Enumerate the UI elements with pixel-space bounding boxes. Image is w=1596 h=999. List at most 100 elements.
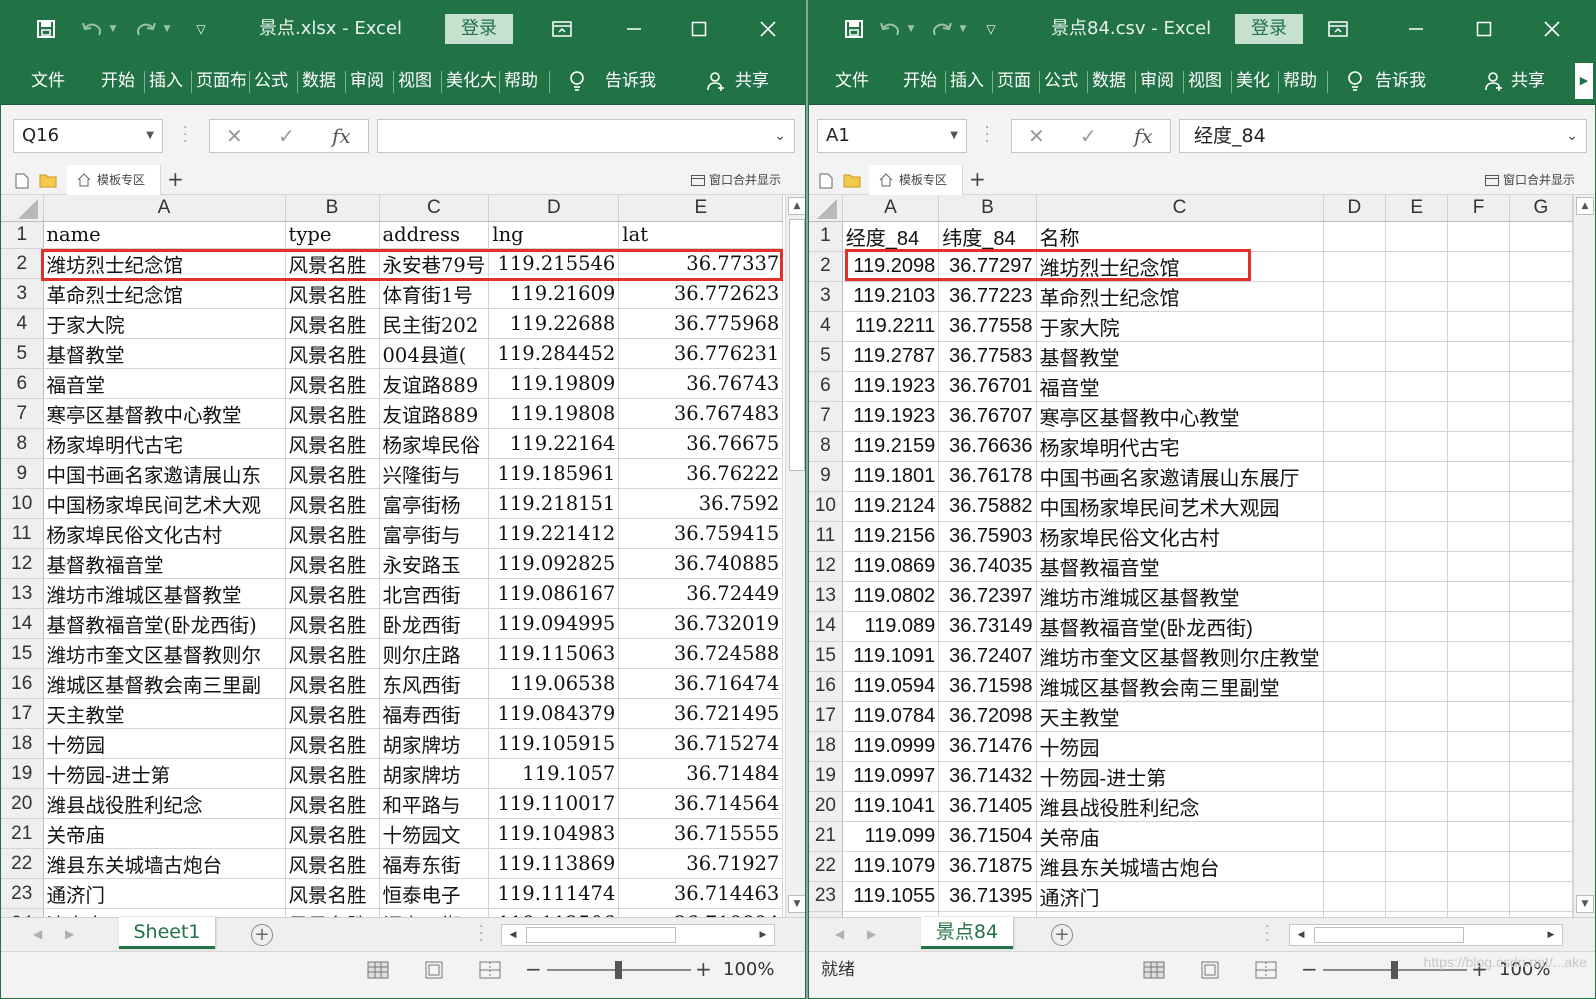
spreadsheet-grid[interactable]: ABCDEFG 1 经度_84 纬度_84 名称 2 119.2098 36.77297 潍坊… xyxy=(809,195,1573,917)
cell[interactable] xyxy=(1509,371,1573,402)
cell[interactable]: 36.7592 xyxy=(618,488,784,520)
cell[interactable]: 风景名胜 xyxy=(285,248,380,280)
open-folder-icon[interactable] xyxy=(843,173,861,188)
cell[interactable] xyxy=(1509,491,1573,522)
cell[interactable]: 则尔庄路 xyxy=(379,638,490,670)
tab-data[interactable]: 数据 xyxy=(1092,57,1126,105)
cell[interactable] xyxy=(1509,671,1573,702)
merge-windows-toggle[interactable]: 窗口合并显示 xyxy=(709,165,781,195)
cell[interactable] xyxy=(1509,521,1573,552)
cell[interactable]: 革命烈士纪念馆 xyxy=(1036,281,1324,312)
cell[interactable] xyxy=(1447,671,1510,702)
scroll-left-icon[interactable]: ◀ xyxy=(1292,926,1310,944)
cell[interactable]: 36.77297 xyxy=(938,251,1037,282)
cell[interactable] xyxy=(1323,311,1387,342)
cell[interactable]: 36.715274 xyxy=(618,728,784,760)
cell[interactable] xyxy=(1323,251,1387,282)
login-button[interactable]: 登录 xyxy=(1235,14,1303,44)
scroll-thumb[interactable] xyxy=(789,219,805,471)
cell[interactable]: 潍城区基督教会南三里副堂 xyxy=(1036,671,1324,702)
customize-toolbar-icon[interactable]: ▽ xyxy=(981,1,1001,57)
cell[interactable]: 友谊路889 xyxy=(379,368,490,400)
cell[interactable] xyxy=(1323,701,1387,732)
row-header[interactable]: 13 xyxy=(809,581,843,612)
cell[interactable] xyxy=(1323,611,1387,642)
cell[interactable]: 36.71395 xyxy=(938,881,1037,912)
tell-me-search[interactable]: 告诉我 xyxy=(1375,57,1426,105)
redo-dropdown-icon[interactable]: ▼ xyxy=(957,1,969,57)
cell[interactable]: 杨家埠明代古宅 xyxy=(1036,431,1324,462)
row-header[interactable]: 23 xyxy=(1,878,44,910)
cell[interactable]: 风景名胜 xyxy=(285,728,380,760)
merge-windows-toggle[interactable]: 窗口合并显示 xyxy=(1503,165,1575,195)
cell[interactable] xyxy=(1509,851,1573,882)
cell[interactable] xyxy=(1447,401,1510,432)
cell[interactable] xyxy=(1385,881,1449,912)
cell[interactable]: 36.715555 xyxy=(618,818,784,850)
maximize-icon[interactable] xyxy=(684,1,714,57)
cell[interactable]: 风景名胜 xyxy=(285,488,380,520)
cell[interactable]: 36.71476 xyxy=(938,731,1037,762)
tab-help[interactable]: 帮助 xyxy=(1283,57,1317,105)
vertical-scrollbar[interactable]: ▲ ▼ xyxy=(785,195,805,917)
cell[interactable]: 36.716474 xyxy=(618,668,784,700)
tab-insert[interactable]: 插入 xyxy=(149,57,183,105)
vertical-scrollbar[interactable]: ▲ ▼ xyxy=(1573,195,1595,917)
cell[interactable] xyxy=(1447,371,1510,402)
cell[interactable]: 36.71598 xyxy=(938,671,1037,702)
cell[interactable] xyxy=(1509,641,1573,672)
cell[interactable] xyxy=(1385,551,1449,582)
cell[interactable]: 清真寺 xyxy=(43,908,286,917)
lightbulb-icon[interactable] xyxy=(1345,57,1365,105)
row-header[interactable]: 22 xyxy=(1,848,44,880)
cell[interactable]: 东风西街 xyxy=(379,668,490,700)
row-header[interactable]: 8 xyxy=(809,431,843,462)
cell[interactable] xyxy=(1323,431,1387,462)
cell[interactable]: 119.1923 xyxy=(842,401,940,432)
cell[interactable]: 119.113869 xyxy=(488,848,620,880)
row-header[interactable]: 24 xyxy=(1,908,44,917)
row-header[interactable]: 5 xyxy=(1,338,44,370)
row-header[interactable]: 18 xyxy=(1,728,44,760)
cell[interactable] xyxy=(1447,581,1510,612)
zoom-out-icon[interactable]: − xyxy=(525,952,542,986)
cell[interactable]: 36.74035 xyxy=(938,551,1037,582)
cell[interactable]: 潍县东关城墙古炮台 xyxy=(1036,851,1324,882)
cell[interactable] xyxy=(1323,881,1387,912)
cell[interactable]: 风景名胜 xyxy=(285,278,380,310)
row-header[interactable]: 4 xyxy=(809,311,843,342)
cell[interactable]: 福寿西街 xyxy=(379,908,490,917)
cell[interactable] xyxy=(1323,401,1387,432)
row-header[interactable]: 14 xyxy=(809,611,843,642)
cell[interactable]: 关帝庙 xyxy=(43,818,286,850)
row-header[interactable]: 1 xyxy=(809,221,843,252)
zoom-in-icon[interactable]: + xyxy=(695,952,712,986)
cell[interactable]: 119.110017 xyxy=(488,788,620,820)
page-break-view-icon[interactable] xyxy=(1255,961,1277,979)
cell[interactable] xyxy=(1447,821,1510,852)
drag-handle-icon[interactable]: · · · xyxy=(479,920,483,948)
cell[interactable] xyxy=(1509,791,1573,822)
tab-view[interactable]: 视图 xyxy=(1188,57,1222,105)
cell[interactable]: 36.76222 xyxy=(618,458,784,490)
cell[interactable]: 潍坊烈士纪念馆 xyxy=(43,248,286,280)
cell[interactable]: 风景名胜 xyxy=(285,878,380,910)
redo-icon[interactable] xyxy=(131,1,161,57)
scroll-right-icon[interactable]: ▶ xyxy=(1542,926,1560,944)
share-person-icon[interactable] xyxy=(1483,57,1505,105)
tab-help[interactable]: 帮助 xyxy=(504,57,538,105)
cell[interactable]: 通济门 xyxy=(43,878,286,910)
cell[interactable]: 119.1079 xyxy=(842,851,940,882)
cell[interactable] xyxy=(1447,431,1510,462)
tab-file[interactable]: 文件 xyxy=(835,57,869,105)
cell[interactable]: 36.740885 xyxy=(618,548,784,580)
cell[interactable]: 36.732019 xyxy=(618,608,784,640)
cell[interactable] xyxy=(1385,341,1449,372)
undo-dropdown-icon[interactable]: ▼ xyxy=(905,1,917,57)
column-header-e[interactable]: E xyxy=(1385,195,1449,222)
column-header-d[interactable]: D xyxy=(1323,195,1387,222)
row-header[interactable]: 17 xyxy=(809,701,843,732)
page-break-view-icon[interactable] xyxy=(479,961,501,979)
cell[interactable]: 119.19809 xyxy=(488,368,620,400)
cell[interactable] xyxy=(1447,611,1510,642)
